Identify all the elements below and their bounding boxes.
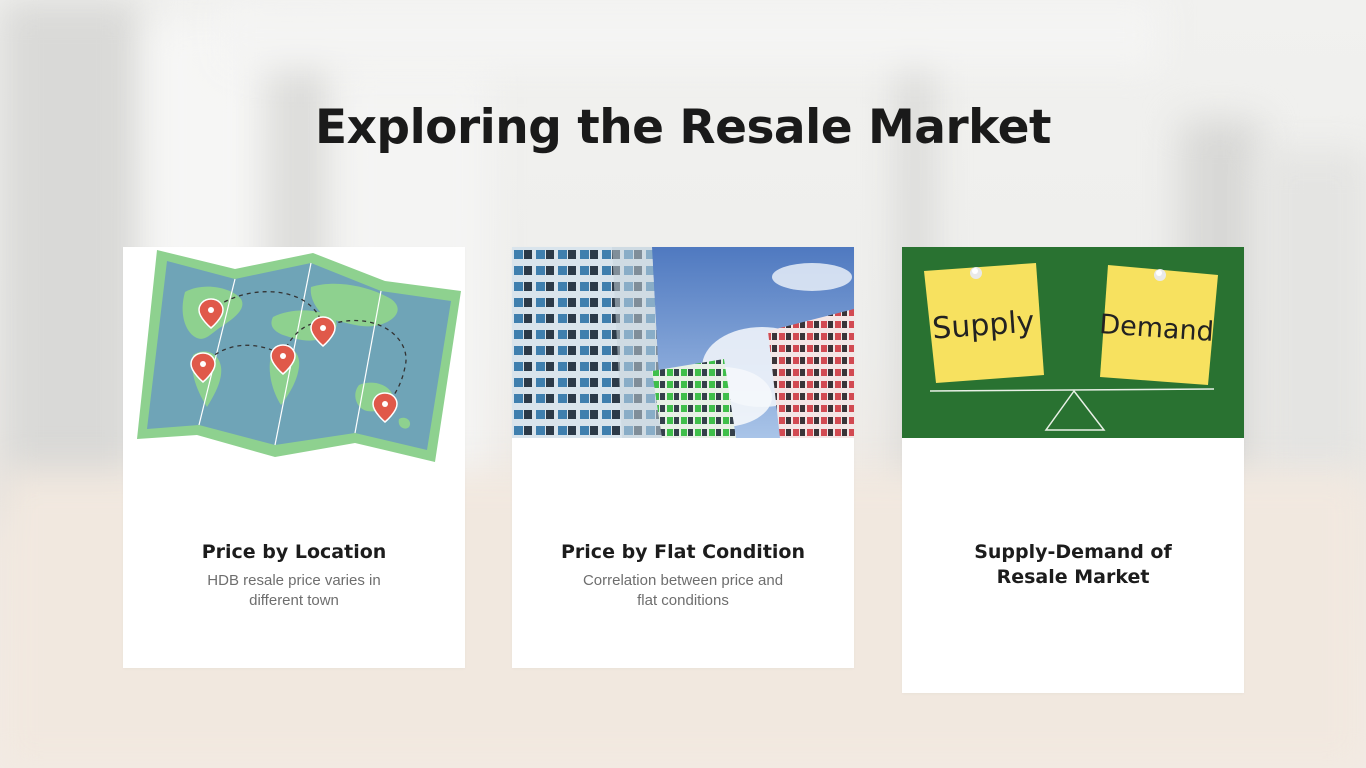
card-supply-demand: Supply Demand Supply-Demand of Resale Ma… <box>902 247 1244 693</box>
supply-note-text: Supply <box>931 305 1035 347</box>
card-description: HDB resale price varies in different tow… <box>207 572 381 609</box>
world-map-icon <box>123 247 465 462</box>
card-price-by-flat-condition: Price by Flat Condition Correlation betw… <box>512 247 854 668</box>
card-description: Correlation between price and flat condi… <box>582 572 784 609</box>
supply-demand-chalkboard: Supply Demand <box>902 247 1244 438</box>
slide-title: Exploring the Resale Market <box>315 100 1052 155</box>
card-title: Supply-Demand of Resale Market <box>974 541 1172 588</box>
card-title: Price by Flat Condition <box>561 541 805 563</box>
card-title: Price by Location <box>201 541 387 563</box>
card-price-by-location: Price by Location HDB resale price varie… <box>123 247 465 668</box>
hdb-flats-photo <box>512 247 854 438</box>
